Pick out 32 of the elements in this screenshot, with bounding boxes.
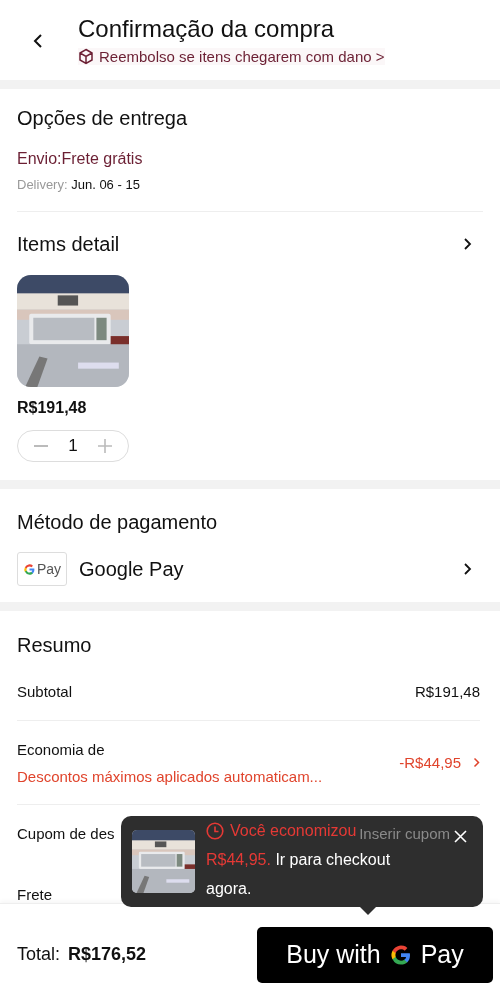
google-pay-logo: Pay xyxy=(17,552,67,586)
discount-value[interactable]: -R$44,95 xyxy=(399,754,461,771)
google-pay-button[interactable]: Buy with Pay xyxy=(257,926,493,983)
section-heading: Método de pagamento xyxy=(17,510,219,534)
g-logo-icon xyxy=(22,562,36,576)
row-label: Frete xyxy=(17,886,52,903)
chevron-right-icon[interactable] xyxy=(463,562,472,576)
toast-title: Você economizou xyxy=(230,821,357,841)
section-heading: Items detail xyxy=(17,232,120,256)
total-label: Total: xyxy=(17,944,61,964)
coupon-link[interactable]: Inserir cupom xyxy=(359,825,450,842)
chevron-right-icon[interactable] xyxy=(463,237,472,251)
clock-icon xyxy=(206,821,224,840)
row-label: Economia de xyxy=(17,740,106,758)
payment-option[interactable]: Pay Google Pay xyxy=(17,552,483,586)
section-heading: Opções de entrega xyxy=(17,106,189,130)
shipping-option[interactable]: Envio:Frete grátis xyxy=(17,150,483,168)
delivery-label: Delivery: xyxy=(17,177,68,192)
total-amount: R$176,52 xyxy=(68,944,147,964)
row-label: Subtotal xyxy=(17,683,73,700)
close-icon[interactable] xyxy=(454,830,467,843)
toast-message: R$44,95. Ir para checkout agora. xyxy=(206,850,392,899)
section-heading: Resumo xyxy=(17,633,93,657)
row-label: Cupom de des xyxy=(17,825,115,842)
product-price: R$191,48 xyxy=(17,399,88,417)
pointer-icon xyxy=(360,907,376,915)
discount-note: Descontos máximos aplicados automaticam... xyxy=(17,767,323,785)
box-icon xyxy=(78,48,94,65)
delivery-date: Jun. 06 - 15 xyxy=(71,177,140,192)
row-value: R$191,48 xyxy=(414,683,480,700)
back-icon[interactable] xyxy=(33,33,43,49)
page-title: Confirmação da compra xyxy=(78,14,336,44)
